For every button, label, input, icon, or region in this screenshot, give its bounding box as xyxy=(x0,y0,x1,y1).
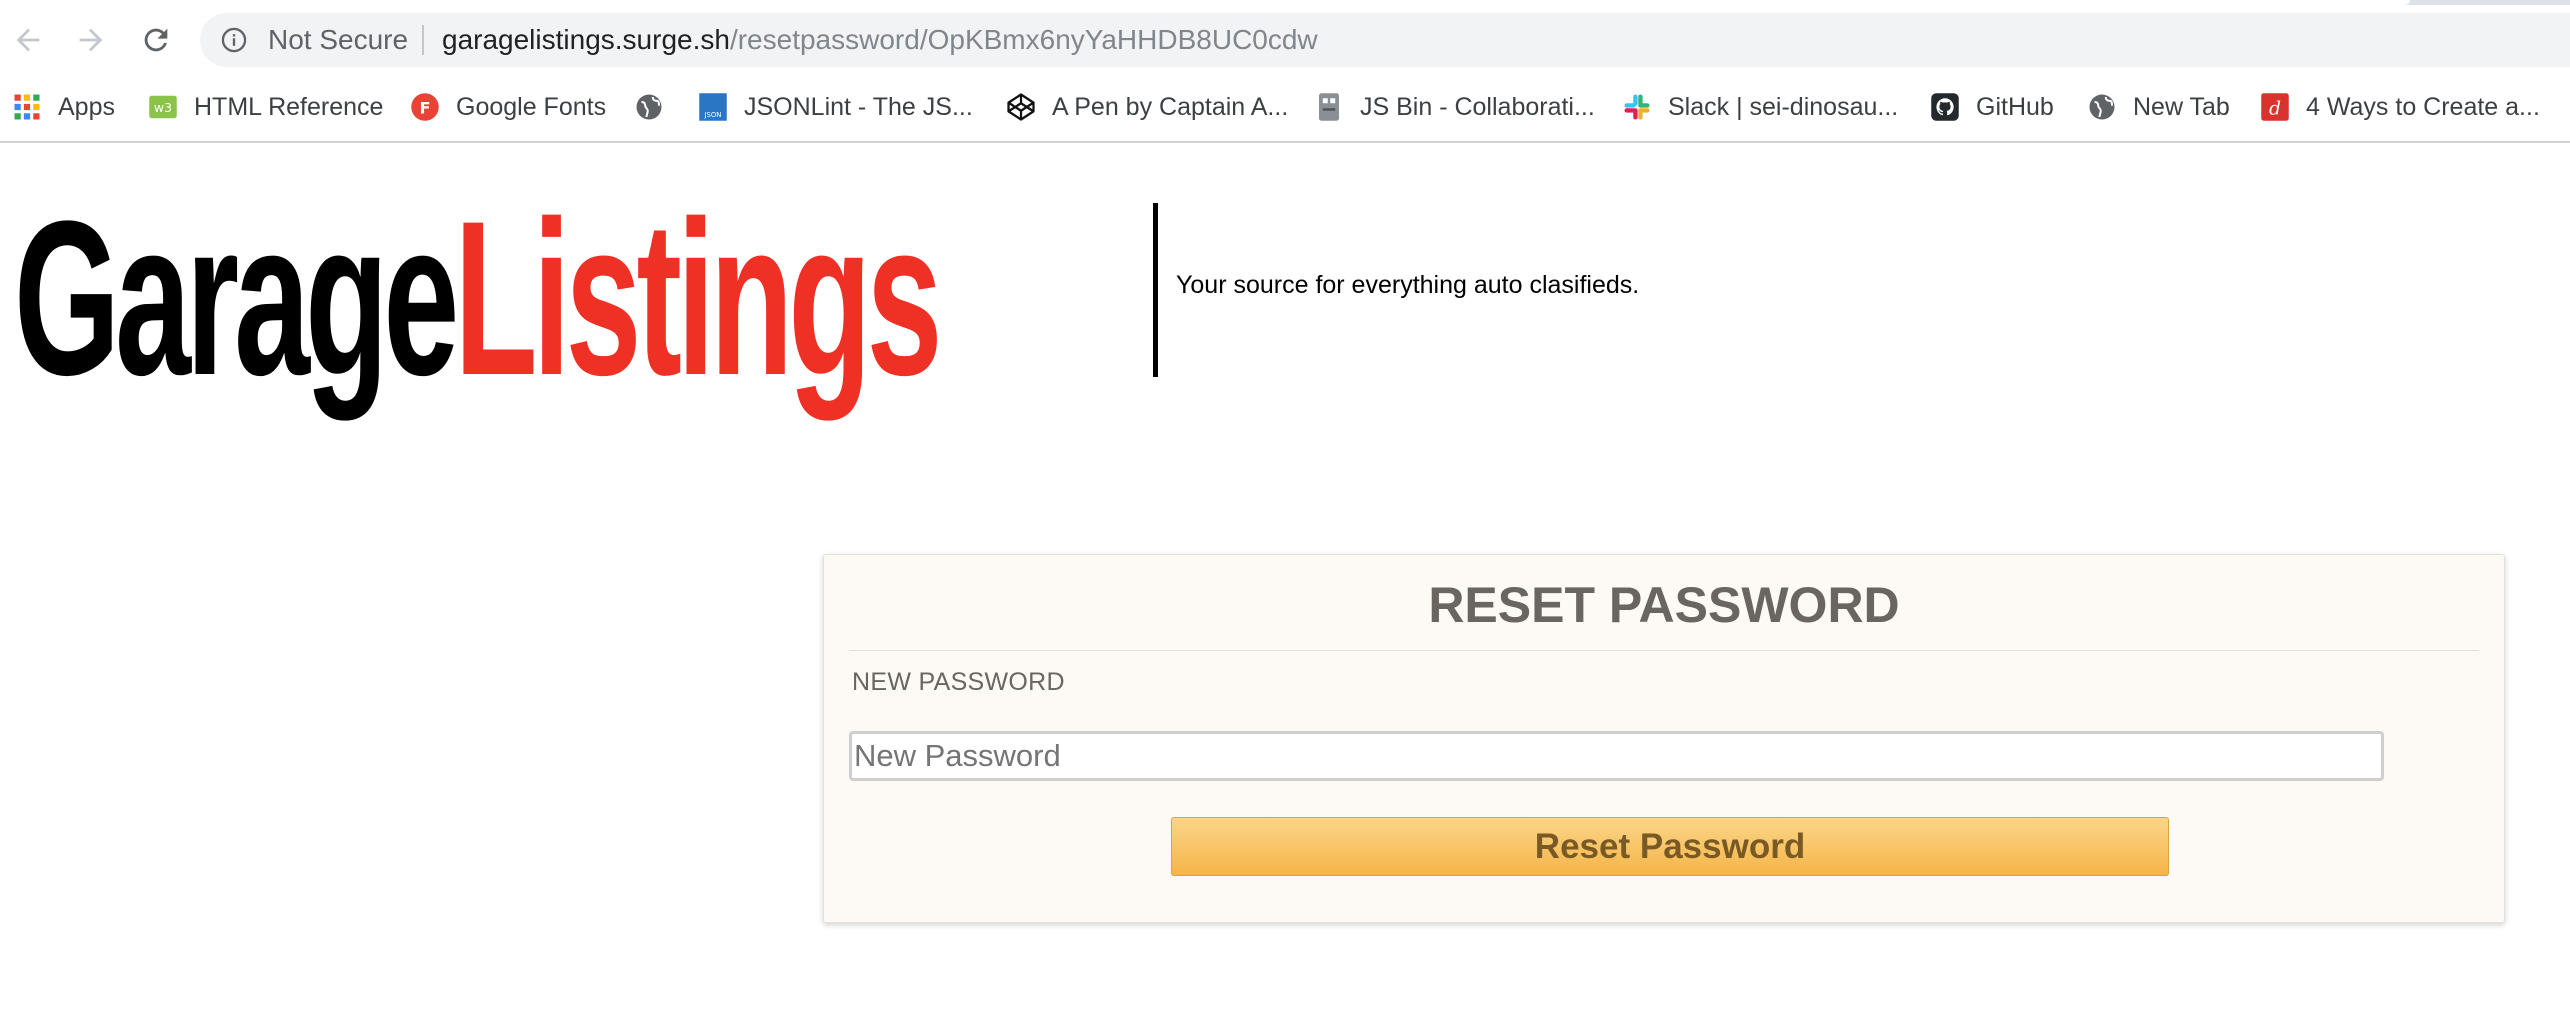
jsbin-icon xyxy=(1314,92,1344,122)
bookmark-label: New Tab xyxy=(2133,92,2230,121)
bookmark-label: HTML Reference xyxy=(194,92,384,121)
svg-text:F: F xyxy=(419,98,430,117)
tagline-divider xyxy=(1153,203,1158,377)
arrow-left-icon xyxy=(16,28,40,52)
url-host: garagelistings.surge.sh xyxy=(442,24,730,55)
slack-icon xyxy=(1622,92,1652,122)
bookmark-label: Apps xyxy=(58,92,115,121)
bookmark-jsonlint[interactable]: JSON JSONLint - The JS... xyxy=(698,87,973,127)
bookmark-label: Google Fonts xyxy=(456,92,607,121)
codepen-icon xyxy=(1006,92,1036,122)
globe-icon xyxy=(2087,92,2117,122)
bookmark-google-fonts[interactable]: F Google Fonts xyxy=(410,87,606,127)
bookmark-new-tab[interactable]: New Tab xyxy=(2087,87,2230,127)
forward-button[interactable] xyxy=(68,17,114,63)
site-logo[interactable]: GarageListings xyxy=(14,188,942,408)
dev-icon: d xyxy=(2260,92,2290,122)
bookmark-jsbin[interactable]: JS Bin - Collaborati... xyxy=(1314,87,1595,127)
svg-text:JSON: JSON xyxy=(704,111,722,119)
logo-garage-text: Garage xyxy=(14,175,459,421)
github-icon xyxy=(1930,92,1960,122)
browser-toolbar: Not Secure garagelistings.surge.sh/reset… xyxy=(0,5,2570,75)
url-path: /resetpassword/OpKBmx6nyYaHHDB8UC0cdw xyxy=(729,24,1318,55)
google-fonts-icon: F xyxy=(410,92,440,122)
svg-text:d: d xyxy=(2269,99,2281,120)
reset-password-card: RESET PASSWORD NEW PASSWORD Reset Passwo… xyxy=(823,554,2505,923)
security-status: Not Secure xyxy=(268,24,409,55)
globe-icon xyxy=(634,92,664,122)
url-text[interactable]: garagelistings.surge.sh/resetpassword/Op… xyxy=(442,25,1318,55)
new-password-label: NEW PASSWORD xyxy=(852,668,1065,696)
reload-icon xyxy=(144,28,168,52)
reset-password-button[interactable]: Reset Password xyxy=(1171,817,2169,876)
reload-button[interactable] xyxy=(133,17,179,63)
w3-icon: w3 xyxy=(148,92,178,122)
new-password-input[interactable] xyxy=(849,731,2384,781)
bookmark-label: JSONLint - The JS... xyxy=(744,92,973,121)
bookmark-label: JS Bin - Collaborati... xyxy=(1360,92,1595,121)
card-title: RESET PASSWORD xyxy=(1428,577,1900,633)
bookmark-globe[interactable] xyxy=(634,87,664,127)
bookmarks-bar: Apps w3 HTML Reference F Google Fonts JS… xyxy=(0,75,2570,143)
page-content: GarageListings Your source for everythin… xyxy=(0,143,2570,1018)
bookmark-4-ways[interactable]: d 4 Ways to Create a... xyxy=(2260,87,2540,127)
site-tagline: Your source for everything auto clasifie… xyxy=(1176,271,1640,299)
bookmark-label: 4 Ways to Create a... xyxy=(2306,92,2540,121)
bookmark-apps[interactable]: Apps xyxy=(12,87,115,127)
bookmark-label: A Pen by Captain A... xyxy=(1052,92,1289,121)
apps-grid-icon xyxy=(12,92,42,122)
title-divider xyxy=(849,650,2479,651)
info-icon[interactable] xyxy=(220,26,248,54)
svg-text:w3: w3 xyxy=(154,100,172,115)
arrow-right-icon xyxy=(79,28,103,52)
address-divider xyxy=(422,25,424,55)
bookmark-codepen[interactable]: A Pen by Captain A... xyxy=(1006,87,1288,127)
bookmark-label: GitHub xyxy=(1976,92,2054,121)
logo-listings-text: Listings xyxy=(454,175,942,421)
bookmark-label: Slack | sei-dinosau... xyxy=(1668,92,1899,121)
bookmark-github[interactable]: GitHub xyxy=(1930,87,2054,127)
bookmark-html-reference[interactable]: w3 HTML Reference xyxy=(148,87,383,127)
bookmark-slack[interactable]: Slack | sei-dinosau... xyxy=(1622,87,1898,127)
address-bar[interactable]: Not Secure garagelistings.surge.sh/reset… xyxy=(200,13,2570,67)
jsonlint-icon: JSON xyxy=(698,92,728,122)
back-button[interactable] xyxy=(5,17,51,63)
